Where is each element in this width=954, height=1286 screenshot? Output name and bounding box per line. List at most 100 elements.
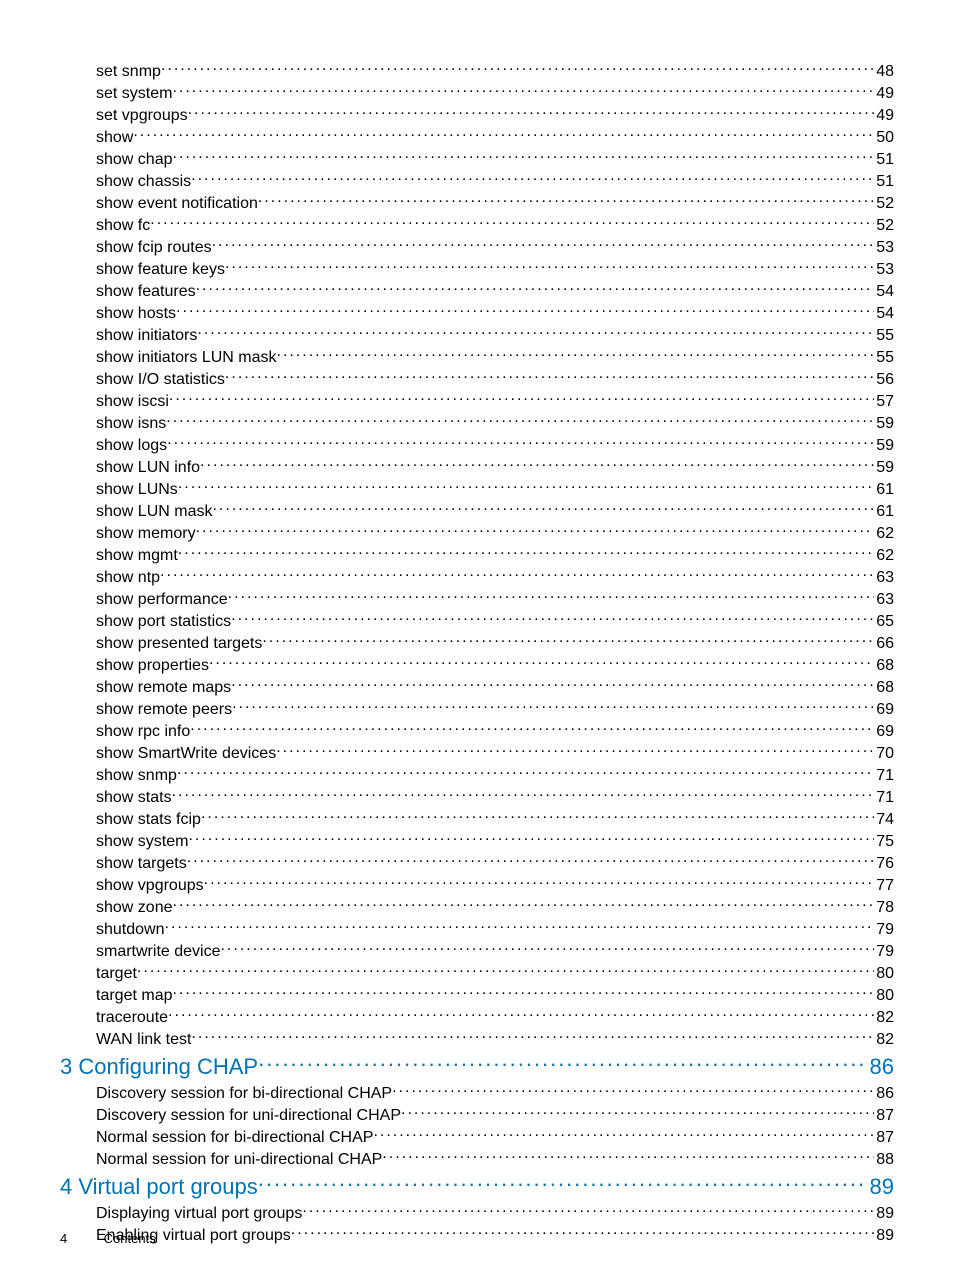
toc-leader <box>150 214 874 230</box>
toc-entry[interactable]: show fcip routes53 <box>60 236 894 258</box>
toc-entry-title: show initiators LUN mask <box>96 348 277 368</box>
toc-entry-page: 79 <box>874 920 894 940</box>
toc-leader <box>392 1082 874 1098</box>
toc-entry[interactable]: Enabling virtual port groups89 <box>60 1224 894 1246</box>
toc-entry-title: show initiators <box>96 326 197 346</box>
toc-entry[interactable]: set snmp48 <box>60 60 894 82</box>
toc-leader <box>262 632 874 648</box>
toc-entry[interactable]: show mgmt62 <box>60 544 894 566</box>
toc-leader <box>373 1126 874 1142</box>
toc-entry[interactable]: show I/O statistics56 <box>60 368 894 390</box>
toc-entry[interactable]: traceroute82 <box>60 1006 894 1028</box>
toc-entry-title: show memory <box>96 524 196 544</box>
toc-entry[interactable]: Displaying virtual port groups89 <box>60 1202 894 1224</box>
toc-entry[interactable]: 4 Virtual port groups89 <box>60 1172 894 1202</box>
toc-entry-title: target <box>96 964 137 984</box>
toc-entry[interactable]: show stats71 <box>60 786 894 808</box>
toc-entry[interactable]: show properties68 <box>60 654 894 676</box>
toc-entry-page: 54 <box>874 282 894 302</box>
toc-entry[interactable]: WAN link test82 <box>60 1028 894 1050</box>
toc-leader <box>178 544 874 560</box>
toc-entry[interactable]: show rpc info69 <box>60 720 894 742</box>
toc-entry[interactable]: show event notification52 <box>60 192 894 214</box>
toc-entry-title: show zone <box>96 898 173 918</box>
toc-entry[interactable]: target80 <box>60 962 894 984</box>
toc-entry-title: show chap <box>96 150 173 170</box>
toc-entry[interactable]: Normal session for bi-directional CHAP87 <box>60 1126 894 1148</box>
toc-entry[interactable]: show chassis51 <box>60 170 894 192</box>
toc-entry[interactable]: show ntp63 <box>60 566 894 588</box>
toc-entry[interactable]: show hosts54 <box>60 302 894 324</box>
toc-entry[interactable]: show memory 62 <box>60 522 894 544</box>
toc-entry[interactable]: show zone78 <box>60 896 894 918</box>
toc-entry[interactable]: show vpgroups77 <box>60 874 894 896</box>
toc-entry[interactable]: shutdown 79 <box>60 918 894 940</box>
toc-leader <box>188 830 874 846</box>
toc-entry[interactable]: smartwrite device79 <box>60 940 894 962</box>
toc-entry[interactable]: show initiators LUN mask 55 <box>60 346 894 368</box>
toc-entry[interactable]: set vpgroups49 <box>60 104 894 126</box>
toc-entry[interactable]: show SmartWrite devices70 <box>60 742 894 764</box>
toc-entry-page: 56 <box>874 370 894 390</box>
toc-entry-title: show vpgroups <box>96 876 204 896</box>
toc-entry-page: 63 <box>874 568 894 588</box>
toc-entry[interactable]: show targets76 <box>60 852 894 874</box>
toc-entry[interactable]: show port statistics65 <box>60 610 894 632</box>
toc-entry[interactable]: show iscsi57 <box>60 390 894 412</box>
toc-entry[interactable]: show LUNs61 <box>60 478 894 500</box>
toc-entry-title: set vpgroups <box>96 106 188 126</box>
toc-leader <box>231 610 874 626</box>
toc-entry-title: show remote peers <box>96 700 232 720</box>
toc-entry[interactable]: show remote maps68 <box>60 676 894 698</box>
toc-entry-title: show targets <box>96 854 187 874</box>
toc-entry[interactable]: show system75 <box>60 830 894 852</box>
toc-entry-page: 82 <box>874 1030 894 1050</box>
toc-entry[interactable]: Normal session for uni-directional CHAP8… <box>60 1148 894 1170</box>
toc-entry-title: show LUNs <box>96 480 178 500</box>
toc-entry[interactable]: show50 <box>60 126 894 148</box>
toc-entry[interactable]: show feature keys53 <box>60 258 894 280</box>
toc-entry[interactable]: show logs59 <box>60 434 894 456</box>
toc-entry-page: 86 <box>868 1052 894 1082</box>
toc-entry-title: show fc <box>96 216 150 236</box>
toc-entry[interactable]: show initiators55 <box>60 324 894 346</box>
toc-entry[interactable]: show performance63 <box>60 588 894 610</box>
toc-leader <box>190 720 874 736</box>
toc-leader <box>382 1148 874 1164</box>
toc-leader <box>166 412 874 428</box>
toc-entry-page: 71 <box>874 766 894 786</box>
toc-entry-title: show chassis <box>96 172 191 192</box>
toc-entry[interactable]: show features54 <box>60 280 894 302</box>
toc-entry[interactable]: show chap51 <box>60 148 894 170</box>
toc-entry[interactable]: show isns59 <box>60 412 894 434</box>
toc-entry-title: shutdown <box>96 920 165 940</box>
toc-entry[interactable]: Discovery session for bi-directional CHA… <box>60 1082 894 1104</box>
toc-entry[interactable]: 3 Configuring CHAP86 <box>60 1052 894 1082</box>
toc-leader <box>160 566 874 582</box>
toc-entry-page: 61 <box>874 502 894 522</box>
toc-entry[interactable]: show snmp71 <box>60 764 894 786</box>
toc-entry[interactable]: target map80 <box>60 984 894 1006</box>
toc-entry[interactable]: set system49 <box>60 82 894 104</box>
toc-leader <box>291 1224 874 1240</box>
toc-entry-page: 52 <box>874 216 894 236</box>
toc-entry-page: 59 <box>874 414 894 434</box>
toc-entry-title: show SmartWrite devices <box>96 744 276 764</box>
toc-entry-title: show mgmt <box>96 546 178 566</box>
toc-leader <box>225 258 874 274</box>
toc-leader <box>401 1104 874 1120</box>
page: set snmp48set system49set vpgroups49show… <box>0 0 954 1286</box>
toc-entry[interactable]: show stats fcip74 <box>60 808 894 830</box>
toc-entry-page: 62 <box>874 524 894 544</box>
toc-entry[interactable]: show remote peers69 <box>60 698 894 720</box>
toc-entry[interactable]: show LUN info59 <box>60 456 894 478</box>
toc-entry-title: show stats <box>96 788 172 808</box>
toc-entry[interactable]: show fc 52 <box>60 214 894 236</box>
toc-entry[interactable]: show presented targets66 <box>60 632 894 654</box>
toc-leader <box>302 1202 874 1218</box>
toc-entry[interactable]: Discovery session for uni-directional CH… <box>60 1104 894 1126</box>
toc-leader <box>165 918 875 934</box>
toc-entry[interactable]: show LUN mask61 <box>60 500 894 522</box>
toc-entry-page: 89 <box>874 1226 894 1246</box>
toc-entry-page: 55 <box>874 348 894 368</box>
